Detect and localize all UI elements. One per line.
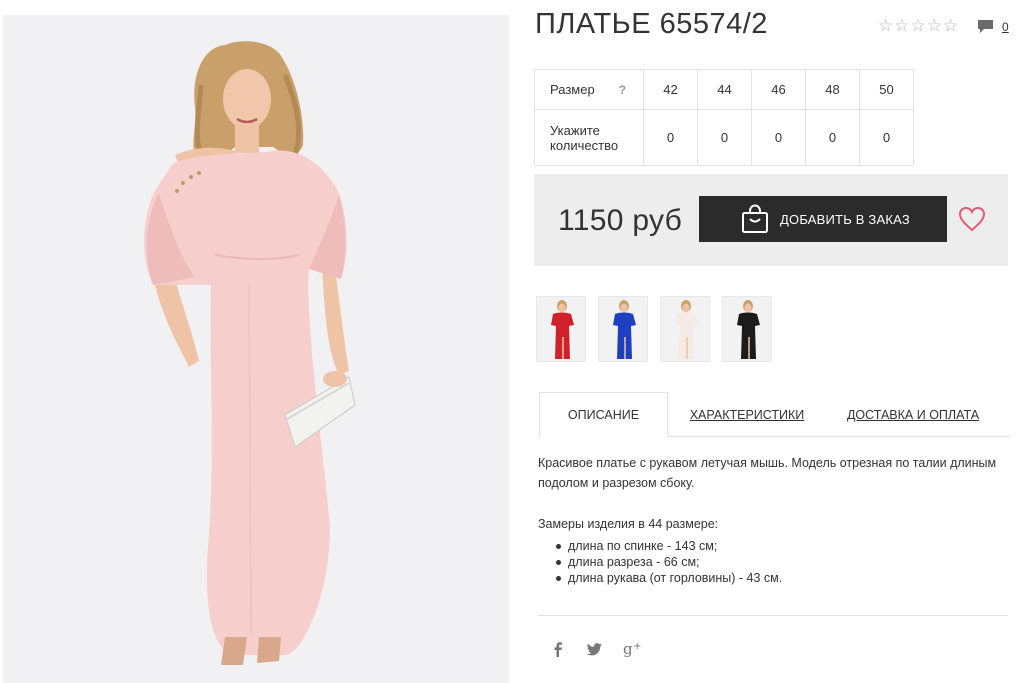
size-cell: 50 [859,69,914,110]
svg-text:g: g [623,640,633,658]
size-cell: 48 [805,69,860,110]
product-photo[interactable] [3,15,509,683]
price-panel: 1150 руб ДОБАВИТЬ В ЗАКАЗ [534,174,1008,266]
variant-dress-image [551,300,574,359]
size-cell: 42 [643,69,698,110]
quantity-input[interactable]: 0 [697,109,752,166]
tab-characteristics[interactable]: ХАРАКТЕРИСТИКИ [686,392,808,437]
star-outline-icon[interactable]: ☆ [927,17,942,34]
product-title: ПЛАТЬЕ 65574/2 [535,8,768,40]
product-price: 1150 руб [558,204,683,237]
shopping-bag-icon [742,204,768,233]
list-item: длина по спинке - 143 см; [556,538,782,554]
svg-text:+: + [633,641,641,652]
quantity-row: Укажите количество 0 0 0 0 0 [534,109,914,166]
facebook-icon[interactable] [549,640,567,658]
quantity-input[interactable]: 0 [805,109,860,166]
product-description: Красивое платье с рукавом летучая мышь. … [538,456,997,490]
star-outline-icon[interactable]: ☆ [878,17,893,34]
section-divider [538,615,1008,616]
tab-description[interactable]: ОПИСАНИЕ [539,392,668,437]
star-outline-icon[interactable]: ☆ [943,17,958,34]
quantity-input[interactable]: 0 [859,109,914,166]
list-item: длина разреза - 66 см; [556,554,782,570]
add-to-order-button[interactable]: ДОБАВИТЬ В ЗАКАЗ [699,196,947,242]
dress-model-image [144,41,356,665]
twitter-icon[interactable] [586,640,604,658]
rating-stars[interactable]: ☆ ☆ ☆ ☆ ☆ [878,17,958,34]
google-plus-icon[interactable]: g + [623,640,643,658]
color-variant-thumbnail-red[interactable] [536,296,586,362]
variant-dress-image [737,300,760,359]
comments-count-link[interactable]: 0 [1002,20,1009,34]
size-row: Размер? 42 44 46 48 50 [534,69,914,110]
quantity-input[interactable]: 0 [643,109,698,166]
list-item: длина рукава (от горловины) - 43 см. [556,570,782,586]
star-outline-icon[interactable]: ☆ [894,17,909,34]
quantity-label: Укажите количество [534,109,644,166]
size-label-cell: Размер? [534,69,644,110]
measures-list: длина по спинке - 143 см; длина разреза … [556,538,782,586]
heart-icon[interactable] [958,206,986,232]
size-help-icon[interactable]: ? [619,83,626,97]
size-cell: 46 [751,69,806,110]
comment-icon[interactable] [977,19,994,34]
variant-dress-image [675,300,698,359]
measures-title: Замеры изделия в 44 размере: [538,517,719,531]
tab-delivery-payment[interactable]: ДОСТАВКА И ОПЛАТА [846,392,980,437]
quantity-input[interactable]: 0 [751,109,806,166]
size-label: Размер [550,82,595,97]
variant-dress-image [613,300,636,359]
star-outline-icon[interactable]: ☆ [911,17,926,34]
size-cell: 44 [697,69,752,110]
color-variant-thumbnail-light[interactable] [660,296,710,362]
color-variant-thumbnail-black[interactable] [722,296,772,362]
color-variant-thumbnail-blue[interactable] [598,296,648,362]
size-quantity-table: Размер? 42 44 46 48 50 Укажите количеств… [534,69,914,166]
add-to-order-label: ДОБАВИТЬ В ЗАКАЗ [780,211,910,227]
